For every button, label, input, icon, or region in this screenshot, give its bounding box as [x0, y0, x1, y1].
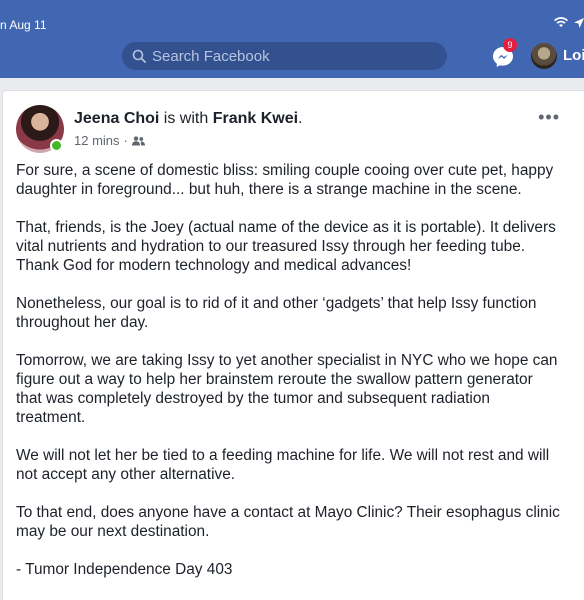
- post-paragraph: We will not let her be tied to a feeding…: [16, 447, 550, 483]
- post-paragraph: Tomorrow, we are taking Issy to yet anot…: [16, 352, 558, 426]
- post-paragraph: To that end, does anyone have a contact …: [16, 504, 560, 540]
- top-navigation-bar: n Aug 11 9 Loi: [0, 0, 584, 78]
- post-paragraph: That, friends, is the Joey (actual name …: [16, 219, 556, 274]
- post-paragraph: For sure, a scene of domestic bliss: smi…: [16, 162, 554, 198]
- location-arrow-icon: [574, 17, 584, 28]
- post-timestamp[interactable]: 12 mins: [74, 133, 120, 148]
- post-paragraph: Nonetheless, our goal is to rid of it an…: [16, 295, 537, 331]
- feed-post: Jeena Choi is with Frank Kwei. 12 mins ·…: [2, 90, 584, 600]
- online-status-dot: [50, 139, 63, 152]
- header-period: .: [298, 110, 303, 127]
- search-bar[interactable]: [122, 42, 447, 70]
- status-bar-icons: [554, 17, 584, 28]
- post-body: For sure, a scene of domestic bliss: smi…: [16, 161, 561, 598]
- author-name[interactable]: Jeena Choi: [74, 110, 159, 127]
- tagged-friend[interactable]: Frank Kwei: [213, 110, 298, 127]
- post-options-button[interactable]: •••: [538, 107, 560, 128]
- search-input[interactable]: [152, 47, 432, 65]
- post-paragraph: - Tumor Independence Day 403: [16, 561, 233, 578]
- profile-name[interactable]: Loi: [563, 47, 584, 64]
- meta-separator: ·: [123, 133, 128, 148]
- profile-avatar[interactable]: [531, 43, 557, 69]
- friends-audience-icon: [131, 135, 145, 145]
- messenger-badge: 9: [503, 38, 517, 52]
- post-meta: 12 mins ·: [74, 133, 145, 148]
- status-bar-date: n Aug 11: [0, 18, 47, 32]
- search-icon: [132, 49, 146, 63]
- wifi-icon: [554, 17, 568, 27]
- post-header: Jeena Choi is with Frank Kwei.: [74, 110, 303, 128]
- with-text: is with: [159, 110, 213, 127]
